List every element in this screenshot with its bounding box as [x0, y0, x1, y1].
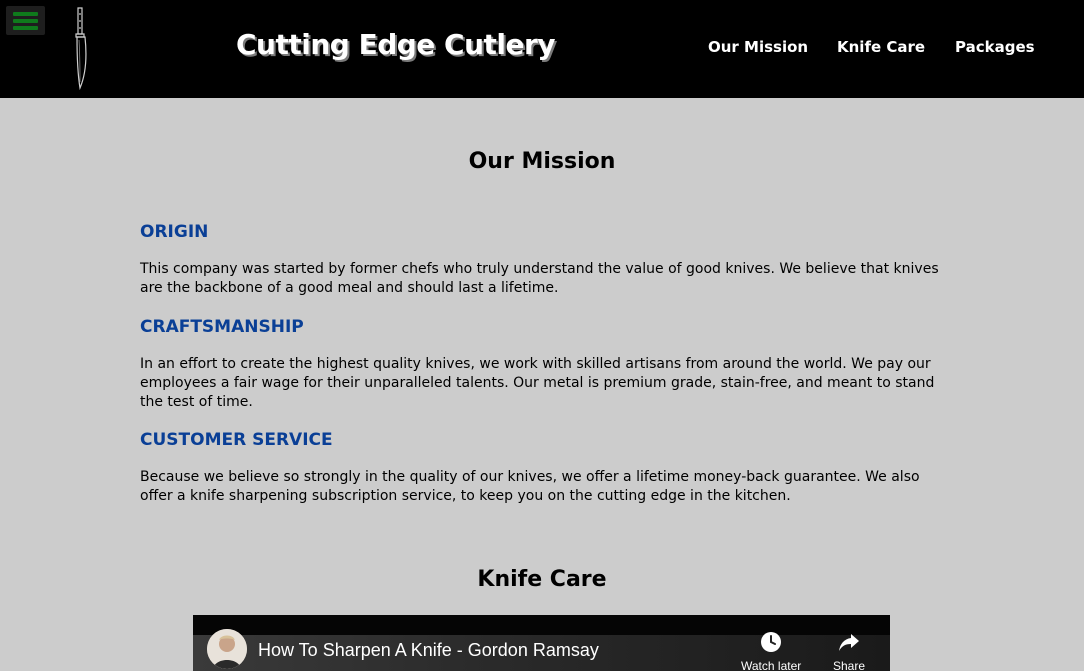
site-brand[interactable]: Cutting Edge Cutlery — [236, 28, 556, 61]
customer-service-text: Because we believe so strongly in the qu… — [140, 469, 920, 504]
site-header: Cutting Edge Cutlery Our Mission Knife C… — [0, 0, 1084, 98]
nav-item-packages[interactable]: Packages — [955, 38, 1035, 56]
nav-item-our-mission[interactable]: Our Mission — [708, 38, 808, 56]
share-button[interactable]: Share — [833, 631, 865, 671]
channel-avatar[interactable] — [207, 629, 247, 669]
watch-later-button[interactable]: Watch later — [741, 631, 801, 671]
origin-text: This company was started by former chefs… — [140, 261, 939, 296]
customer-service-heading: CUSTOMER SERVICE — [140, 430, 333, 450]
share-arrow-icon — [839, 634, 860, 651]
chef-knife-icon — [75, 7, 87, 90]
share-label: Share — [833, 659, 866, 671]
nav-item-knife-care[interactable]: Knife Care — [837, 38, 925, 56]
video-title[interactable]: How To Sharpen A Knife - Gordon Ramsay — [258, 640, 599, 661]
knife-care-title: Knife Care — [477, 567, 607, 592]
craftsmanship-heading: CRAFTSMANSHIP — [140, 317, 304, 337]
knife-care-video[interactable]: How To Sharpen A Knife - Gordon Ramsay W… — [193, 615, 890, 671]
origin-heading: ORIGIN — [140, 222, 209, 242]
watch-later-label: Watch later — [741, 659, 802, 671]
clock-icon — [761, 632, 782, 652]
hamburger-menu-icon[interactable] — [6, 6, 45, 35]
craftsmanship-text: In an effort to create the highest quali… — [140, 356, 935, 410]
mission-title: Our Mission — [468, 149, 616, 174]
